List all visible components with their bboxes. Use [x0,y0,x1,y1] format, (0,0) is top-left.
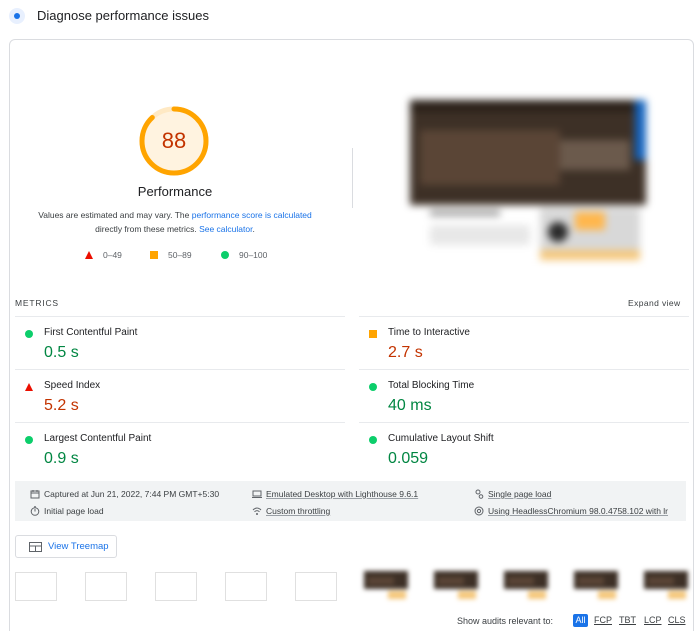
timer-icon [30,506,40,516]
treemap-icon [29,541,42,552]
desktop-icon [252,490,262,498]
metric-value: 0.5 s [44,344,79,361]
circle-icon [221,251,229,259]
metric-title: Cumulative Layout Shift [388,433,494,444]
session-text[interactable]: Single page load [488,489,551,499]
metric-value: 5.2 s [44,397,79,414]
filmstrip-frame-5 [295,572,337,601]
pass-circle-icon [369,383,377,391]
divider [352,148,353,208]
final-screenshot-image[interactable] [410,100,646,266]
calendar-icon [30,490,40,499]
see-calculator-link[interactable]: See calculator [199,224,252,234]
view-treemap-button[interactable]: View Treemap [15,535,117,558]
triangle-icon [85,251,93,259]
metric-title: Speed Index [44,380,101,391]
metrics-heading: METRICS [15,298,59,308]
lighthouse-icon [9,8,25,24]
metric-speed-index: Speed Index 5.2 s [15,369,345,422]
legend-poor: 0–49 [85,250,122,260]
performance-description: Values are estimated and may vary. The p… [25,208,325,236]
legend-range: 90–100 [239,250,268,260]
filter-fcp-button[interactable]: FCP [594,615,612,625]
pass-circle-icon [369,436,377,444]
filter-cls-button[interactable]: CLS [668,615,686,625]
legend-average: 50–89 [150,250,192,260]
legend-good: 90–100 [221,250,267,260]
captured-info: Captured at Jun 21, 2022, 7:44 PM GMT+5:… [30,489,219,499]
filmstrip-frame-3 [155,572,197,601]
pass-circle-icon [25,436,33,444]
audit-filter-label: Show audits relevant to: [457,616,554,626]
filmstrip-frame-4 [225,572,267,601]
pass-circle-icon [25,330,33,338]
metric-tti: Time to Interactive 2.7 s [359,316,689,369]
throttling-info[interactable]: Custom throttling [252,506,330,516]
performance-score: 88 [161,128,187,153]
filter-all-button[interactable]: All [573,614,588,627]
fail-triangle-icon [25,383,33,391]
emulation-info[interactable]: Emulated Desktop with Lighthouse 9.6.1 [252,489,418,499]
session-info[interactable]: Single page load [474,489,551,499]
filter-tbt-button[interactable]: TBT [619,615,636,625]
description-text: . [252,224,255,234]
filmstrip-frame-1 [15,572,57,601]
filmstrip-frame-2 [85,572,127,601]
chrome-icon [474,506,484,516]
metric-value: 2.7 s [388,344,423,361]
filter-lcp-button[interactable]: LCP [644,615,662,625]
throttling-text[interactable]: Custom throttling [266,506,330,516]
load-text: Initial page load [44,506,104,516]
browser-text[interactable]: Using HeadlessChromium 98.0.4758.102 wit… [488,506,668,516]
section-title: Diagnose performance issues [37,8,209,23]
expand-view-toggle[interactable]: Expand view [628,298,681,308]
filmstrip-frame-10 [644,571,688,601]
load-info: Initial page load [30,506,104,516]
metric-title: First Contentful Paint [44,327,138,338]
metric-tbt: Total Blocking Time 40 ms [359,369,689,422]
person-icon [475,489,484,499]
filmstrip-frame-9 [574,571,618,601]
average-square-icon [369,330,377,338]
filmstrip-frame-6 [364,571,408,601]
section-header: Diagnose performance issues [0,0,700,34]
score-calculated-link[interactable]: performance score is calculated [192,210,312,220]
treemap-label: View Treemap [48,541,109,552]
legend-range: 50–89 [168,250,192,260]
metric-lcp: Largest Contentful Paint 0.9 s [15,422,345,475]
performance-title: Performance [137,184,213,199]
metric-fcp: First Contentful Paint 0.5 s [15,316,345,369]
filmstrip-frame-7 [434,571,478,601]
browser-info[interactable]: Using HeadlessChromium 98.0.4758.102 wit… [474,506,668,516]
description-text: Values are estimated and may vary. The [38,210,192,220]
metric-cls: Cumulative Layout Shift 0.059 [359,422,689,475]
metric-value: 0.059 [388,450,429,467]
square-icon [150,251,158,259]
legend-range: 0–49 [103,250,122,260]
metric-title: Largest Contentful Paint [44,433,152,444]
metric-title: Time to Interactive [388,327,470,338]
filmstrip-frame-8 [504,571,548,601]
metric-value: 0.9 s [44,450,79,467]
captured-text: Captured at Jun 21, 2022, 7:44 PM GMT+5:… [44,489,220,499]
metric-value: 40 ms [388,397,432,414]
description-text: directly from these metrics. [95,224,200,234]
emulation-text[interactable]: Emulated Desktop with Lighthouse 9.6.1 [266,489,418,499]
metric-title: Total Blocking Time [388,380,475,391]
wifi-icon [252,507,262,515]
